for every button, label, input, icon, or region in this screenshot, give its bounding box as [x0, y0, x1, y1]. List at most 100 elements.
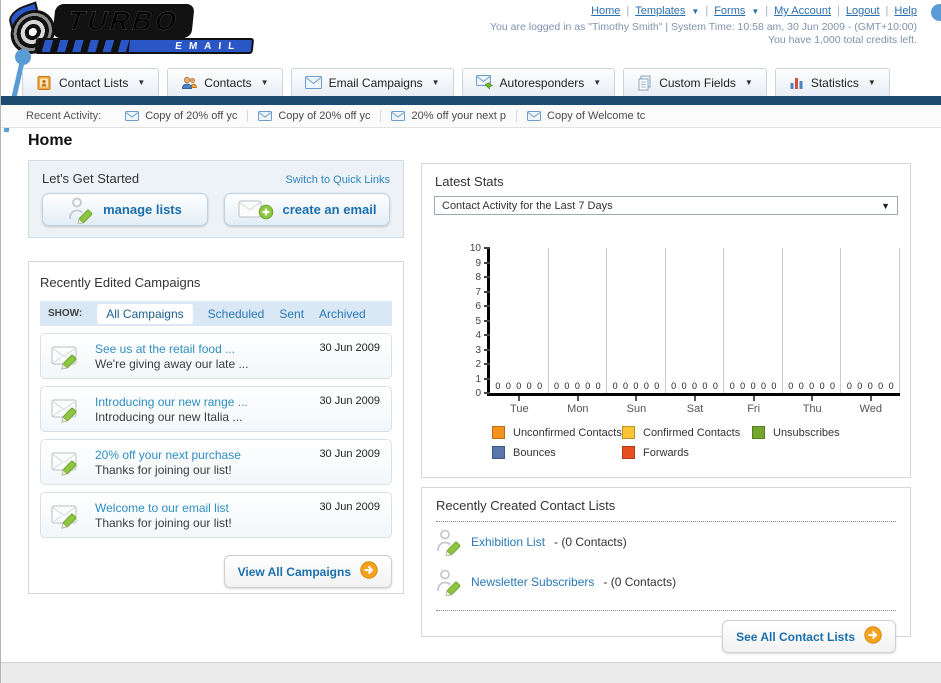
campaign-row[interactable]: 20% off your next purchase Thanks for joi…	[40, 439, 392, 485]
header-link-templates[interactable]: Templates	[635, 5, 685, 17]
legend-swatch	[622, 446, 635, 459]
turbo-email-logo: TURBO EMAIL	[6, 1, 273, 56]
y-axis-tick: 3	[460, 345, 490, 356]
nav-tab-autoresponders[interactable]: Autoresponders ▼	[461, 68, 616, 96]
data-value-labels: 00000	[553, 381, 601, 391]
dotted-divider	[436, 610, 896, 611]
statistics-icon	[789, 75, 804, 90]
chart-day-group-sun: 00000	[607, 248, 666, 393]
recent-activity-item[interactable]: Copy of Welcome tc	[517, 110, 655, 122]
recent-activity-link: 20% off your next p	[411, 110, 507, 122]
x-axis-label-sun: Sun	[607, 396, 666, 415]
campaign-row[interactable]: Introducing our new range ... Introducing…	[40, 386, 392, 432]
create-an-email-button[interactable]: create an email	[224, 193, 390, 226]
switch-to-quick-links[interactable]: Switch to Quick Links	[285, 174, 390, 186]
chevron-down-icon: ▼	[593, 78, 602, 87]
recent-activity-item[interactable]: 20% off your next p	[381, 110, 518, 122]
campaign-title-link[interactable]: Welcome to our email list	[95, 501, 229, 515]
nav-tab-custom-fields[interactable]: Custom Fields ▼	[623, 68, 767, 96]
envelope-plus-icon	[238, 199, 274, 221]
chart-legend: Unconfirmed Contacts Confirmed Contacts Un…	[492, 426, 882, 459]
stats-report-dropdown[interactable]: Contact Activity for the Last 7 Days ▼	[434, 196, 898, 215]
filter-tab-scheduled[interactable]: Scheduled	[208, 307, 265, 321]
chevron-down-icon: ▼	[691, 6, 700, 16]
nav-tab-contact-lists[interactable]: Contact Lists ▼	[22, 68, 160, 96]
chart-day-group-fri: 00000	[724, 248, 783, 393]
nav-tab-label: Email Campaigns	[328, 75, 423, 90]
nav-tab-statistics[interactable]: Statistics ▼	[774, 68, 890, 96]
filter-tab-sent[interactable]: Sent	[279, 307, 304, 321]
legend-item-unconfirmed-contacts: Unconfirmed Contacts	[492, 426, 622, 439]
header-link-forms[interactable]: Forms	[714, 5, 745, 17]
y-axis-tick: 4	[460, 330, 490, 341]
campaign-row[interactable]: See us at the retail food ... We're givin…	[40, 333, 392, 379]
manage-lists-button[interactable]: manage lists	[42, 193, 208, 226]
envelope-pencil-icon	[51, 448, 85, 476]
nav-tab-label: Custom Fields	[659, 75, 736, 90]
tick-mark	[484, 261, 490, 264]
logo-text-email: EMAIL	[174, 40, 242, 52]
recent-activity-link: Copy of 20% off yc	[145, 110, 238, 122]
campaigns-panel-title: Recently Edited Campaigns	[40, 275, 201, 290]
person-pencil-icon	[436, 568, 462, 596]
contact-list-count: - (0 Contacts)	[554, 535, 627, 549]
legend-item-bounces: Bounces	[492, 446, 622, 459]
nav-tab-email-campaigns[interactable]: Email Campaigns ▼	[290, 68, 454, 96]
filter-tab-all-campaigns[interactable]: All Campaigns	[97, 303, 193, 324]
chevron-down-icon: ▼	[744, 78, 753, 87]
contact-list-link[interactable]: Newsletter Subscribers	[471, 575, 594, 589]
campaign-date: 30 Jun 2009	[319, 448, 380, 460]
header-link-help[interactable]: Help	[894, 5, 917, 17]
custom-fields-icon	[637, 75, 652, 91]
campaign-title-link[interactable]: Introducing our new range ...	[95, 395, 248, 409]
view-all-campaigns-button[interactable]: View All Campaigns	[223, 555, 392, 588]
y-axis-tick: 8	[460, 272, 490, 283]
logo-text-turbo: TURBO	[66, 5, 181, 36]
recent-activity-item[interactable]: Copy of 20% off yc	[248, 110, 382, 122]
recently-created-contact-lists-panel: Recently Created Contact Lists Exhibitio…	[421, 487, 911, 653]
see-all-contact-lists-button[interactable]: See All Contact Lists	[722, 620, 896, 653]
y-axis-tick: 1	[460, 374, 490, 385]
arrow-circle-icon	[864, 626, 882, 647]
data-value-labels: 00000	[612, 381, 660, 391]
contact-list-row: Newsletter Subscribers - (0 Contacts)	[436, 562, 896, 602]
nav-separator: |	[885, 5, 889, 17]
header-link-logout[interactable]: Logout	[846, 5, 880, 17]
campaign-title-link[interactable]: See us at the retail food ...	[95, 342, 235, 356]
tick-mark	[484, 247, 490, 250]
header-link-home[interactable]: Home	[591, 5, 620, 17]
envelope-blue-icon	[304, 76, 322, 89]
credits-text: You have 1,000 total credits left.	[767, 34, 917, 46]
envelope-pencil-icon	[51, 501, 85, 529]
contacts-icon	[181, 75, 198, 91]
campaign-text: 20% off your next purchase Thanks for joi…	[95, 447, 241, 478]
tick-mark	[484, 392, 490, 395]
campaign-title-link[interactable]: 20% off your next purchase	[95, 448, 241, 462]
campaign-date: 30 Jun 2009	[319, 395, 380, 407]
recent-activity-item[interactable]: Copy of 20% off yc	[115, 110, 249, 122]
campaign-row[interactable]: Welcome to our email list Thanks for join…	[40, 492, 392, 538]
chevron-down-icon: ▼	[867, 78, 876, 87]
tick-mark	[484, 276, 490, 279]
envelope-pencil-icon	[51, 342, 85, 370]
chart-day-group-thu: 00000	[783, 248, 842, 393]
get-started-panel: Let's Get Started Switch to Quick Links …	[28, 160, 404, 238]
nav-tab-contacts[interactable]: Contacts ▼	[167, 68, 283, 96]
nav-separator: |	[837, 5, 840, 17]
nav-tab-label: Autoresponders	[499, 75, 585, 90]
legend-item-confirmed-contacts: Confirmed Contacts	[622, 426, 752, 439]
contact-list-link[interactable]: Exhibition List	[471, 535, 545, 549]
recently-edited-campaigns-panel: Recently Edited Campaigns SHOW: All Camp…	[28, 261, 404, 594]
see-all-contact-lists-label: See All Contact Lists	[736, 629, 855, 644]
show-label: SHOW:	[48, 308, 83, 319]
recent-activity-label: Recent Activity:	[26, 110, 102, 122]
y-axis-tick: 6	[460, 301, 490, 312]
view-all-campaigns-label: View All Campaigns	[237, 564, 351, 579]
header-link-my-account[interactable]: My Account	[774, 5, 831, 17]
filter-tab-archived[interactable]: Archived	[319, 307, 366, 321]
y-axis-tick: 7	[460, 287, 490, 298]
y-axis-tick: 9	[460, 258, 490, 269]
autoresponder-icon	[475, 75, 493, 90]
chart-day-group-wed: 00000	[841, 248, 901, 393]
y-axis-tick: 5	[460, 316, 490, 327]
